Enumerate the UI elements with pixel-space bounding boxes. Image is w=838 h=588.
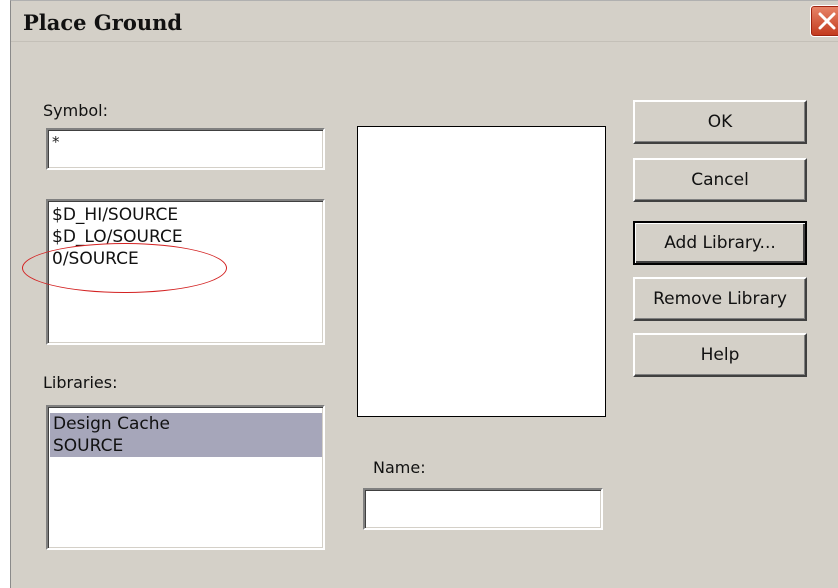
add-library-button[interactable]: Add Library... <box>633 221 807 265</box>
symbol-preview <box>357 126 606 417</box>
close-icon <box>818 12 836 30</box>
name-label: Name: <box>373 458 426 477</box>
place-ground-dialog: Place Ground Symbol: * $D_HI/SOURCE $D_L… <box>10 0 838 588</box>
remove-library-button[interactable]: Remove Library <box>633 277 807 321</box>
cancel-button[interactable]: Cancel <box>633 158 807 202</box>
symbol-input[interactable]: * <box>46 128 325 170</box>
libraries-label: Libraries: <box>43 373 118 392</box>
symbol-list-item[interactable]: $D_HI/SOURCE <box>52 204 178 226</box>
name-input[interactable] <box>363 488 603 530</box>
library-item[interactable]: SOURCE <box>50 435 322 457</box>
symbol-input-value: * <box>52 133 60 151</box>
ok-button[interactable]: OK <box>633 100 807 144</box>
annotation-circle <box>22 243 227 293</box>
help-button[interactable]: Help <box>633 333 807 377</box>
library-item[interactable]: Design Cache <box>50 413 322 435</box>
dialog-title: Place Ground <box>23 10 183 35</box>
libraries-list[interactable]: Design Cache SOURCE <box>46 405 325 550</box>
title-bar: Place Ground <box>11 1 838 42</box>
symbol-label: Symbol: <box>43 101 108 120</box>
close-button[interactable] <box>810 5 838 37</box>
